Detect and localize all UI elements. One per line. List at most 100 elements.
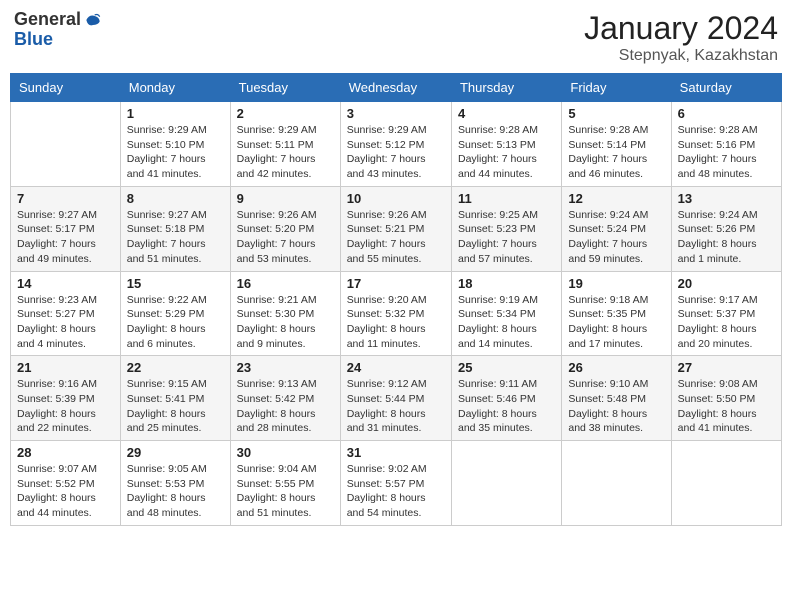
day-number: 29 bbox=[127, 445, 224, 460]
header-day-saturday: Saturday bbox=[671, 74, 781, 102]
day-info: Sunrise: 9:12 AMSunset: 5:44 PMDaylight:… bbox=[347, 377, 445, 436]
day-info: Sunrise: 9:28 AMSunset: 5:16 PMDaylight:… bbox=[678, 123, 775, 182]
calendar-cell: 6 Sunrise: 9:28 AMSunset: 5:16 PMDaylight… bbox=[671, 102, 781, 187]
day-number: 8 bbox=[127, 191, 224, 206]
day-info: Sunrise: 9:22 AMSunset: 5:29 PMDaylight:… bbox=[127, 293, 224, 352]
day-info: Sunrise: 9:29 AMSunset: 5:12 PMDaylight:… bbox=[347, 123, 445, 182]
calendar-cell bbox=[562, 441, 671, 526]
calendar-cell: 1Sunrise: 9:29 AMSunset: 5:10 PMDaylight… bbox=[120, 102, 230, 187]
day-number: 12 bbox=[568, 191, 664, 206]
day-info: Sunrise: 9:23 AMSunset: 5:27 PMDaylight:… bbox=[17, 293, 114, 352]
calendar-cell: 23Sunrise: 9:13 AMSunset: 5:42 PMDayligh… bbox=[230, 356, 340, 441]
location-title: Stepnyak, Kazakhstan bbox=[584, 47, 778, 65]
title-block: January 2024 Stepnyak, Kazakhstan bbox=[584, 10, 778, 65]
calendar-cell: 16Sunrise: 9:21 AMSunset: 5:30 PMDayligh… bbox=[230, 271, 340, 356]
calendar-cell: 20Sunrise: 9:17 AMSunset: 5:37 PMDayligh… bbox=[671, 271, 781, 356]
header-day-tuesday: Tuesday bbox=[230, 74, 340, 102]
day-number: 6 bbox=[678, 106, 775, 121]
page-header: General Blue January 2024 Stepnyak, Kaza… bbox=[10, 10, 782, 65]
calendar-cell: 27 Sunrise: 9:08 AMSunset: 5:50 PMDayligh… bbox=[671, 356, 781, 441]
day-info: Sunrise: 9:26 AMSunset: 5:20 PMDaylight:… bbox=[237, 208, 334, 267]
header-day-friday: Friday bbox=[562, 74, 671, 102]
day-info: Sunrise: 9:26 AMSunset: 5:21 PMDaylight:… bbox=[347, 208, 445, 267]
day-number: 22 bbox=[127, 360, 224, 375]
header-day-sunday: Sunday bbox=[11, 74, 121, 102]
day-info: Sunrise: 9:17 AMSunset: 5:37 PMDaylight:… bbox=[678, 293, 775, 352]
day-info: Sunrise: 9:27 AMSunset: 5:17 PMDaylight:… bbox=[17, 208, 114, 267]
day-info: Sunrise: 9:11 AMSunset: 5:46 PMDaylight:… bbox=[458, 377, 555, 436]
day-number: 13 bbox=[678, 191, 775, 206]
header-day-monday: Monday bbox=[120, 74, 230, 102]
day-number: 7 bbox=[17, 191, 114, 206]
day-number: 15 bbox=[127, 276, 224, 291]
calendar-cell: 9 Sunrise: 9:26 AMSunset: 5:20 PMDaylight… bbox=[230, 186, 340, 271]
calendar-cell: 19 Sunrise: 9:18 AMSunset: 5:35 PMDayligh… bbox=[562, 271, 671, 356]
calendar-cell: 15 Sunrise: 9:22 AMSunset: 5:29 PMDayligh… bbox=[120, 271, 230, 356]
day-number: 2 bbox=[237, 106, 334, 121]
day-info: Sunrise: 9:05 AMSunset: 5:53 PMDaylight:… bbox=[127, 462, 224, 521]
day-info: Sunrise: 9:25 AMSunset: 5:23 PMDaylight:… bbox=[458, 208, 555, 267]
day-number: 24 bbox=[347, 360, 445, 375]
calendar-cell: 29 Sunrise: 9:05 AMSunset: 5:53 PMDayligh… bbox=[120, 441, 230, 526]
calendar-cell: 11 Sunrise: 9:25 AMSunset: 5:23 PMDayligh… bbox=[451, 186, 561, 271]
calendar-cell: 25 Sunrise: 9:11 AMSunset: 5:46 PMDayligh… bbox=[451, 356, 561, 441]
calendar-cell: 2 Sunrise: 9:29 AMSunset: 5:11 PMDaylight… bbox=[230, 102, 340, 187]
calendar-cell: 30Sunrise: 9:04 AMSunset: 5:55 PMDayligh… bbox=[230, 441, 340, 526]
day-number: 19 bbox=[568, 276, 664, 291]
day-number: 3 bbox=[347, 106, 445, 121]
calendar-week-row: 14 Sunrise: 9:23 AMSunset: 5:27 PMDayligh… bbox=[11, 271, 782, 356]
calendar-cell: 17Sunrise: 9:20 AMSunset: 5:32 PMDayligh… bbox=[340, 271, 451, 356]
day-number: 11 bbox=[458, 191, 555, 206]
logo-blue: Blue bbox=[14, 29, 53, 49]
day-number: 9 bbox=[237, 191, 334, 206]
day-info: Sunrise: 9:29 AMSunset: 5:10 PMDaylight:… bbox=[127, 123, 224, 182]
day-info: Sunrise: 9:28 AMSunset: 5:13 PMDaylight:… bbox=[458, 123, 555, 182]
calendar-week-row: 21 Sunrise: 9:16 AMSunset: 5:39 PMDayligh… bbox=[11, 356, 782, 441]
logo-general: General bbox=[14, 10, 81, 30]
calendar-cell: 5Sunrise: 9:28 AMSunset: 5:14 PMDaylight… bbox=[562, 102, 671, 187]
day-number: 26 bbox=[568, 360, 664, 375]
calendar-week-row: 28 Sunrise: 9:07 AMSunset: 5:52 PMDayligh… bbox=[11, 441, 782, 526]
day-info: Sunrise: 9:27 AMSunset: 5:18 PMDaylight:… bbox=[127, 208, 224, 267]
day-number: 28 bbox=[17, 445, 114, 460]
day-info: Sunrise: 9:29 AMSunset: 5:11 PMDaylight:… bbox=[237, 123, 334, 182]
calendar-cell bbox=[11, 102, 121, 187]
calendar-cell: 14 Sunrise: 9:23 AMSunset: 5:27 PMDayligh… bbox=[11, 271, 121, 356]
day-number: 14 bbox=[17, 276, 114, 291]
month-title: January 2024 bbox=[584, 10, 778, 47]
calendar-week-row: 1Sunrise: 9:29 AMSunset: 5:10 PMDaylight… bbox=[11, 102, 782, 187]
calendar-cell: 31Sunrise: 9:02 AMSunset: 5:57 PMDayligh… bbox=[340, 441, 451, 526]
calendar-cell: 28 Sunrise: 9:07 AMSunset: 5:52 PMDayligh… bbox=[11, 441, 121, 526]
calendar-header-row: SundayMondayTuesdayWednesdayThursdayFrid… bbox=[11, 74, 782, 102]
day-info: Sunrise: 9:07 AMSunset: 5:52 PMDaylight:… bbox=[17, 462, 114, 521]
day-number: 21 bbox=[17, 360, 114, 375]
logo: General Blue bbox=[14, 10, 103, 50]
calendar-cell: 10 Sunrise: 9:26 AMSunset: 5:21 PMDayligh… bbox=[340, 186, 451, 271]
day-info: Sunrise: 9:18 AMSunset: 5:35 PMDaylight:… bbox=[568, 293, 664, 352]
header-day-thursday: Thursday bbox=[451, 74, 561, 102]
day-info: Sunrise: 9:08 AMSunset: 5:50 PMDaylight:… bbox=[678, 377, 775, 436]
day-info: Sunrise: 9:10 AMSunset: 5:48 PMDaylight:… bbox=[568, 377, 664, 436]
day-info: Sunrise: 9:19 AMSunset: 5:34 PMDaylight:… bbox=[458, 293, 555, 352]
day-info: Sunrise: 9:02 AMSunset: 5:57 PMDaylight:… bbox=[347, 462, 445, 521]
day-number: 10 bbox=[347, 191, 445, 206]
day-info: Sunrise: 9:24 AMSunset: 5:26 PMDaylight:… bbox=[678, 208, 775, 267]
calendar-cell: 8 Sunrise: 9:27 AMSunset: 5:18 PMDaylight… bbox=[120, 186, 230, 271]
day-number: 27 bbox=[678, 360, 775, 375]
day-number: 30 bbox=[237, 445, 334, 460]
calendar-cell: 22 Sunrise: 9:15 AMSunset: 5:41 PMDayligh… bbox=[120, 356, 230, 441]
day-number: 16 bbox=[237, 276, 334, 291]
calendar-cell: 3 Sunrise: 9:29 AMSunset: 5:12 PMDaylight… bbox=[340, 102, 451, 187]
calendar-cell: 18Sunrise: 9:19 AMSunset: 5:34 PMDayligh… bbox=[451, 271, 561, 356]
calendar-cell bbox=[671, 441, 781, 526]
day-info: Sunrise: 9:15 AMSunset: 5:41 PMDaylight:… bbox=[127, 377, 224, 436]
calendar-cell: 26 Sunrise: 9:10 AMSunset: 5:48 PMDayligh… bbox=[562, 356, 671, 441]
day-info: Sunrise: 9:20 AMSunset: 5:32 PMDaylight:… bbox=[347, 293, 445, 352]
day-info: Sunrise: 9:16 AMSunset: 5:39 PMDaylight:… bbox=[17, 377, 114, 436]
day-info: Sunrise: 9:24 AMSunset: 5:24 PMDaylight:… bbox=[568, 208, 664, 267]
calendar-cell: 7 Sunrise: 9:27 AMSunset: 5:17 PMDaylight… bbox=[11, 186, 121, 271]
day-number: 25 bbox=[458, 360, 555, 375]
day-number: 5 bbox=[568, 106, 664, 121]
calendar-cell: 24 Sunrise: 9:12 AMSunset: 5:44 PMDayligh… bbox=[340, 356, 451, 441]
day-info: Sunrise: 9:13 AMSunset: 5:42 PMDaylight:… bbox=[237, 377, 334, 436]
